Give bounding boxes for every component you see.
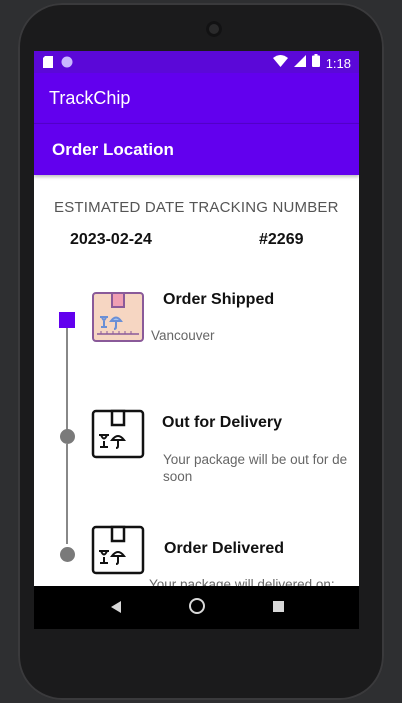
signal-icon	[293, 54, 306, 72]
estimated-date-label: ESTIMATED DATE	[54, 199, 185, 216]
home-icon[interactable]	[189, 598, 205, 614]
app-bar: TrackChip	[34, 73, 359, 123]
timeline-line	[66, 328, 68, 433]
section-header: Order Location	[34, 123, 359, 175]
step-title: Order Shipped	[163, 291, 275, 308]
timeline-line	[66, 444, 68, 544]
battery-icon	[311, 54, 320, 72]
package-icon	[91, 525, 145, 582]
estimated-date-value: 2023-02-24	[70, 231, 152, 248]
timeline-marker	[60, 547, 75, 562]
recents-icon[interactable]	[273, 601, 284, 612]
device-screen: 1:18 TrackChip Order Location ESTIMATED …	[34, 51, 359, 629]
circle-icon	[61, 55, 73, 73]
step-description-line: Your package will be out for de	[163, 452, 348, 467]
status-bar: 1:18	[34, 51, 359, 73]
back-icon[interactable]	[111, 601, 121, 613]
tracking-number-label: TRACKING NUMBER	[189, 199, 339, 216]
tracking-number-value: #2269	[259, 231, 304, 248]
sd-card-icon	[43, 55, 53, 73]
status-time: 1:18	[325, 55, 351, 71]
package-icon-colored	[91, 291, 145, 348]
step-title: Order Delivered	[164, 540, 285, 557]
timeline-marker	[60, 429, 75, 444]
step-description: Your package will be out for de soon	[163, 451, 359, 485]
section-title: Order Location	[52, 140, 174, 159]
step-title: Out for Delivery	[162, 414, 283, 431]
app-title: TrackChip	[49, 88, 131, 108]
front-camera	[206, 21, 222, 37]
timeline-marker-active	[59, 312, 75, 328]
step-description: Vancouver	[151, 328, 215, 343]
system-nav-bar	[34, 586, 359, 629]
wifi-icon	[272, 54, 288, 72]
package-icon	[91, 409, 145, 466]
step-description-line: soon	[163, 469, 193, 484]
